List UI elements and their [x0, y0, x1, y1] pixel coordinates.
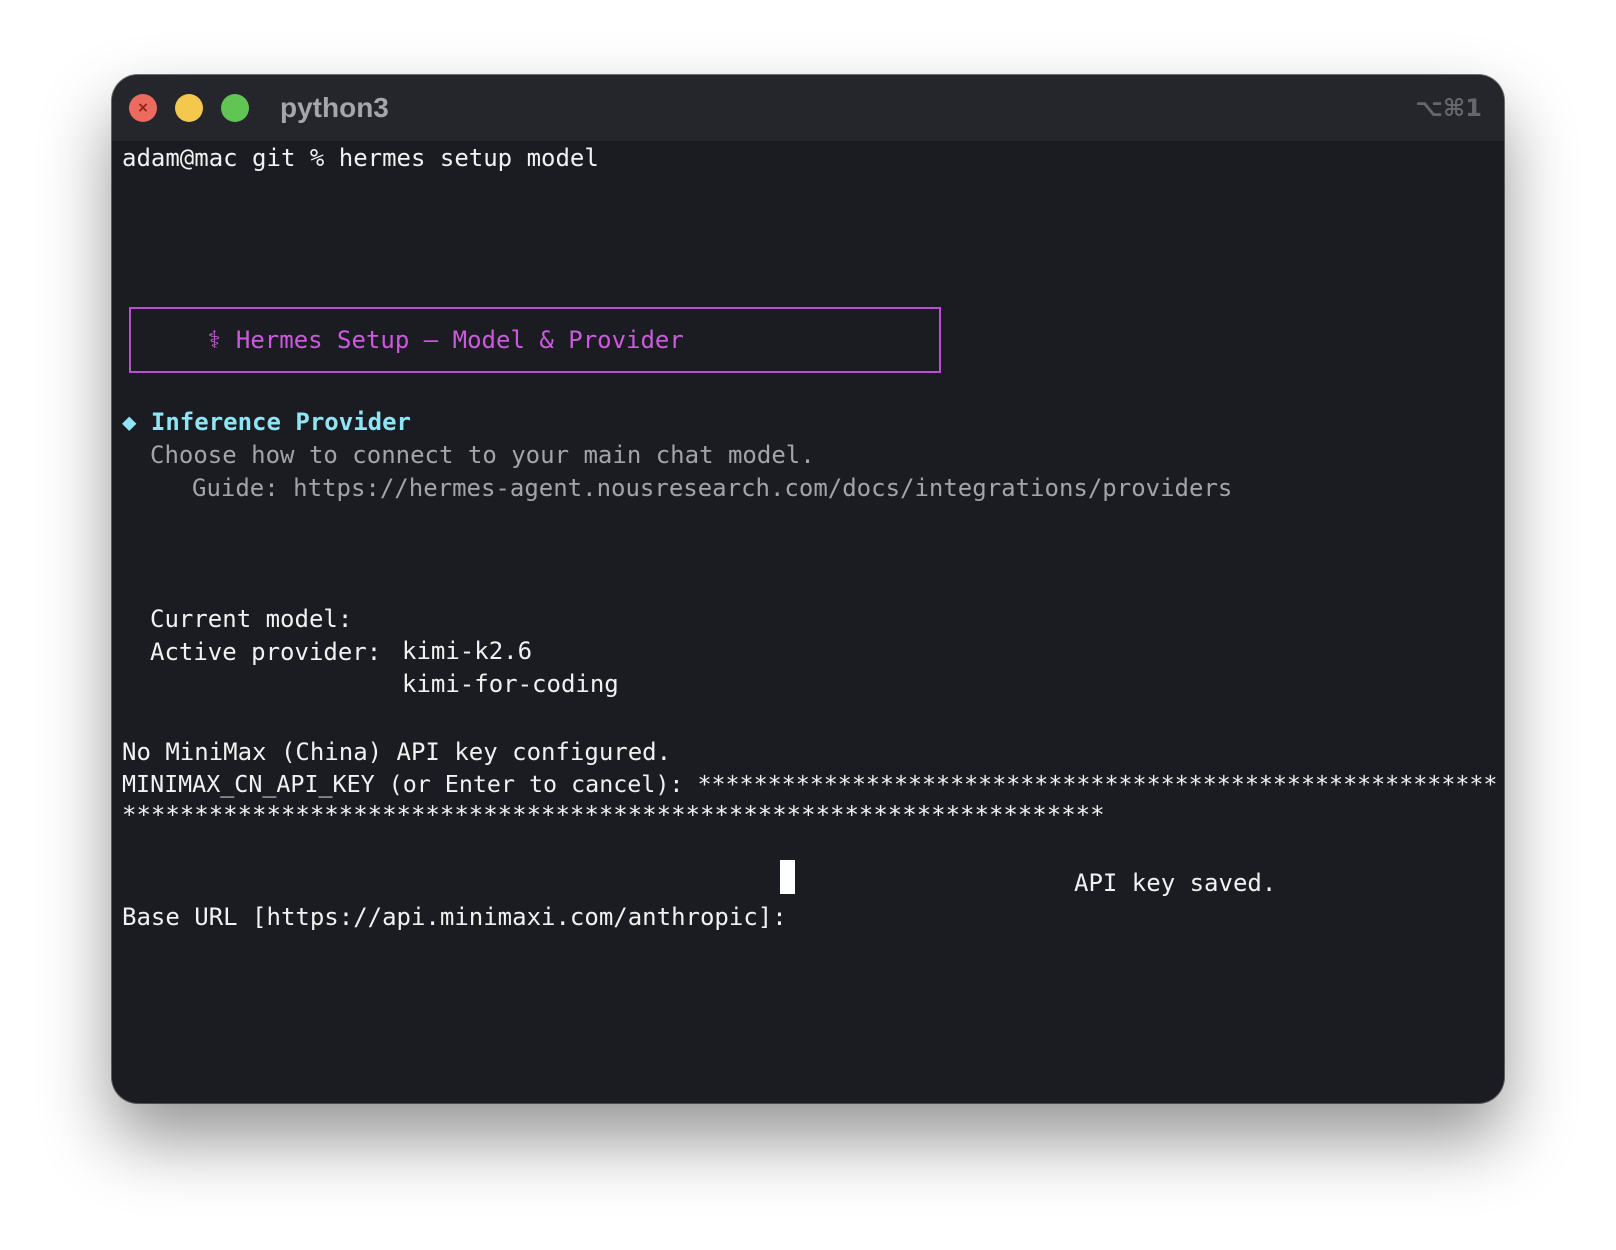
- minimize-button[interactable]: [175, 94, 203, 122]
- api-key-mask: ****************************************…: [122, 801, 1105, 829]
- title-bar[interactable]: × python3 ⌥⌘1: [112, 75, 1504, 142]
- window-title: python3: [280, 92, 389, 123]
- tab-shortcut-label: ⌥⌘1: [1415, 94, 1482, 122]
- active-provider-row: Active provider: kimi-for-coding: [112, 604, 619, 732]
- guide-link[interactable]: Guide: https://hermes-agent.nousresearch…: [192, 472, 1232, 504]
- section-description: Choose how to connect to your main chat …: [150, 441, 815, 469]
- active-provider-value: kimi-for-coding: [402, 670, 619, 698]
- api-key-saved-message: API key saved.: [1074, 869, 1277, 897]
- diamond-bullet-icon: ◆: [122, 408, 137, 436]
- setup-banner: ⚕ Hermes Setup — Model & Provider: [129, 307, 941, 373]
- text-cursor: [780, 860, 795, 894]
- section-title: Inference Provider: [150, 408, 411, 436]
- section-heading: ◆ Inference Provider: [122, 406, 411, 438]
- banner-text: Hermes Setup — Model & Provider: [235, 326, 684, 354]
- terminal-output[interactable]: adam@mac git % hermes setup model ⚕ Herm…: [112, 141, 1504, 1103]
- active-provider-label: Active provider:: [150, 638, 382, 666]
- current-model-value: kimi-k2.6: [402, 637, 533, 665]
- close-icon: ×: [137, 100, 149, 116]
- close-button[interactable]: ×: [129, 94, 157, 122]
- banner-title: ⚕ Hermes Setup — Model & Provider: [207, 324, 684, 356]
- caduceus-icon: ⚕: [207, 326, 222, 354]
- base-url-prompt[interactable]: Base URL [https://api.minimaxi.com/anthr…: [122, 901, 801, 933]
- maximize-button[interactable]: [221, 94, 249, 122]
- no-key-message: No MiniMax (China) API key configured.: [122, 738, 672, 766]
- prompt-line: adam@mac git % hermes setup model: [122, 144, 599, 172]
- terminal-window: × python3 ⌥⌘1 adam@mac git % hermes setu…: [112, 75, 1504, 1103]
- api-key-prompt: MINIMAX_CN_API_KEY (or Enter to cancel):…: [122, 771, 1498, 798]
